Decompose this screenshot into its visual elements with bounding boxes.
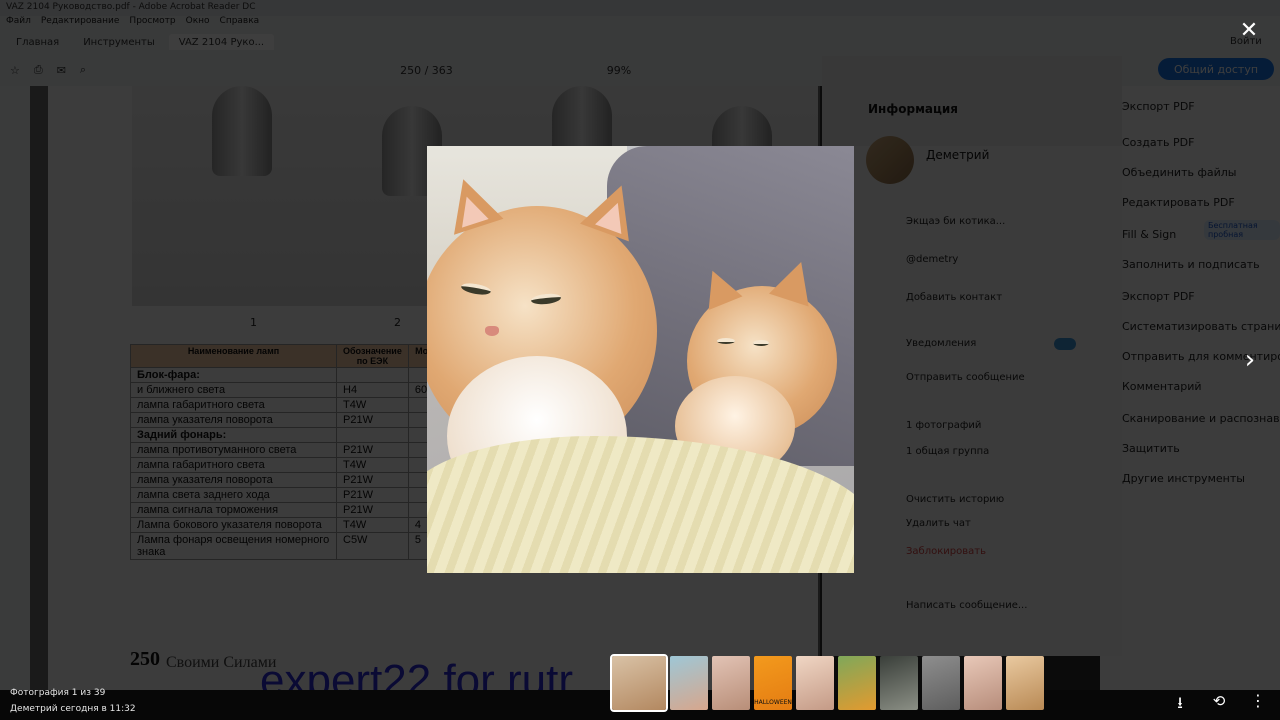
thumbnail-strip: HALLOWEEN — [610, 654, 1044, 712]
thumbnail-image — [838, 656, 876, 710]
viewed-photo[interactable] — [427, 146, 854, 573]
thumb-ginger-cat[interactable] — [1006, 656, 1044, 710]
kitten-eye-left — [717, 338, 735, 344]
big-cat-nose — [485, 326, 499, 336]
thumb-grey-cat[interactable] — [922, 656, 960, 710]
photo-caption: Фотография 1 из 39 Деметрий сегодня в 11… — [10, 688, 136, 714]
kitten-eye-right — [753, 340, 769, 346]
thumbnail-image — [922, 656, 960, 710]
download-icon[interactable]: ⭳ — [1170, 692, 1190, 712]
thumb-cat-face[interactable] — [712, 656, 750, 710]
thumbnail-image — [880, 656, 918, 710]
thumbnail-image — [796, 656, 834, 710]
thumb-minecraft-cat[interactable] — [838, 656, 876, 710]
thumb-cat-paw[interactable] — [796, 656, 834, 710]
thumbnail-image — [964, 656, 1002, 710]
thumb-halloween[interactable]: HALLOWEEN — [754, 656, 792, 710]
thumbnail-image — [670, 656, 708, 710]
thumb-cat-mask[interactable] — [670, 656, 708, 710]
close-icon[interactable]: ✕ — [1236, 18, 1262, 44]
thumbnail-image — [612, 656, 666, 710]
chevron-right-icon[interactable]: › — [1238, 344, 1262, 376]
thumbnail-image — [1006, 656, 1044, 710]
photo-counter: Фотография 1 из 39 — [10, 688, 106, 698]
media-viewer-overlay: ✕ › HALLOWEEN Фотография 1 из 39 Деметри… — [0, 0, 1280, 720]
thumbnail-image — [712, 656, 750, 710]
photo-sender-time[interactable]: Деметрий сегодня в 11:32 — [10, 704, 136, 714]
halloween-label: HALLOWEEN — [754, 699, 792, 706]
thumb-two-cats[interactable] — [610, 654, 668, 712]
more-options-icon[interactable]: ⋮ — [1250, 690, 1266, 712]
thumb-cat-closeup[interactable] — [964, 656, 1002, 710]
forward-icon[interactable]: ⟲ — [1208, 692, 1230, 712]
thumb-black-cat[interactable] — [880, 656, 918, 710]
